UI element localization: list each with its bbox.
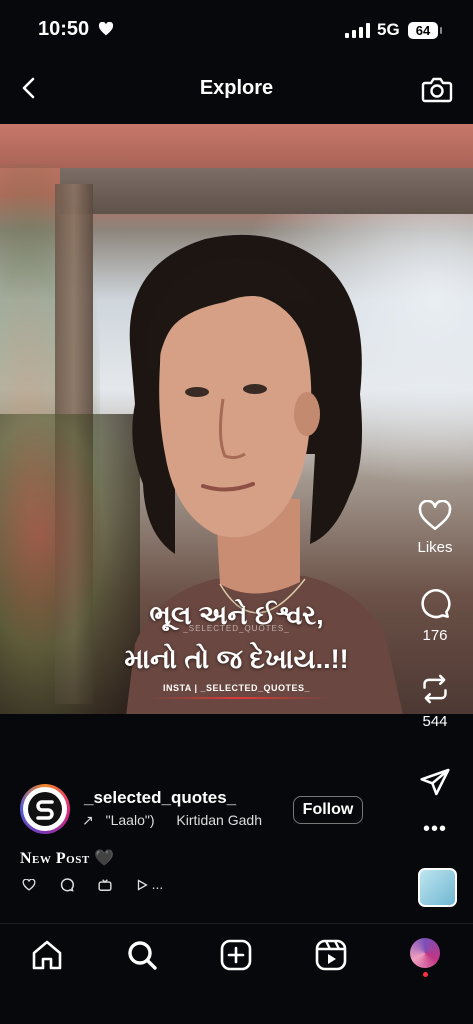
person-image [126, 234, 403, 714]
header: Explore [0, 60, 473, 120]
comment-icon[interactable] [419, 588, 451, 620]
avatar-inner [23, 787, 67, 831]
status-time: 10:50 [38, 18, 90, 40]
comment-outline-icon [60, 878, 74, 892]
play-icon [137, 879, 148, 891]
signal-icon [345, 23, 370, 38]
create-icon[interactable] [219, 938, 253, 972]
audio-arrow-icon: ↗ [82, 812, 94, 828]
post-stats-row[interactable]: ... [22, 876, 163, 892]
likes-label: Likes [417, 539, 453, 556]
follow-button[interactable]: Follow [293, 796, 363, 824]
post-caption[interactable]: New Post 🖤 [20, 848, 115, 868]
author-username[interactable]: _selected_quotes_ [84, 788, 236, 808]
comments-count: 176 [422, 627, 448, 644]
quote-line-2: માનો તો જ દેખાય..!! [124, 644, 349, 674]
logo-s-icon [28, 792, 62, 826]
page-title: Explore [199, 77, 274, 99]
heart-outline-icon [22, 878, 36, 892]
audio-info[interactable]: ↗ "Laalo") Kirtidan Gadh [82, 812, 262, 829]
bottom-nav [0, 923, 473, 1024]
status-bar: 10:50 5G 64 [0, 0, 473, 60]
audio-artist: Kirtidan Gadh [176, 812, 262, 828]
avatar[interactable] [20, 784, 70, 834]
network-type: 5G [377, 20, 400, 39]
background-beam [60, 168, 473, 214]
comment-action[interactable]: 176 [413, 588, 457, 644]
repost-icon[interactable] [419, 672, 451, 706]
heart-icon[interactable] [418, 499, 452, 532]
home-icon[interactable] [30, 938, 64, 972]
reel-screen: 10:50 5G 64 Explore ભૂલ અને ઈશ્વર, _SELE… [0, 0, 473, 1024]
battery-tip [440, 27, 442, 34]
tv-icon [98, 879, 112, 892]
reposts-count: 544 [422, 713, 448, 730]
watermark-text: _SELECTED_QUOTES_ [183, 624, 290, 633]
repost-action[interactable]: 544 [413, 672, 457, 730]
reels-icon[interactable] [314, 938, 348, 972]
author-row: _selected_quotes_ ↗ "Laalo") Kirtidan Ga… [20, 784, 460, 844]
more-text: ... [151, 876, 164, 892]
battery-icon: 64 [408, 22, 438, 39]
notification-dot [423, 972, 428, 977]
heart-status-icon [98, 22, 114, 36]
search-icon[interactable] [125, 938, 159, 972]
like-action[interactable]: Likes [413, 499, 457, 556]
profile-avatar[interactable] [410, 938, 440, 968]
audio-thumbnail[interactable] [418, 868, 457, 907]
audio-track: "Laalo") [105, 812, 155, 828]
insta-tag: INSTA | _SELECTED_QUOTES_ [162, 683, 311, 693]
reel-video[interactable]: ભૂલ અને ઈશ્વર, _SELECTED_QUOTES_ માનો તો… [0, 124, 473, 714]
background-roof [0, 124, 473, 168]
camera-icon[interactable] [421, 74, 453, 104]
insta-underline [150, 697, 330, 699]
